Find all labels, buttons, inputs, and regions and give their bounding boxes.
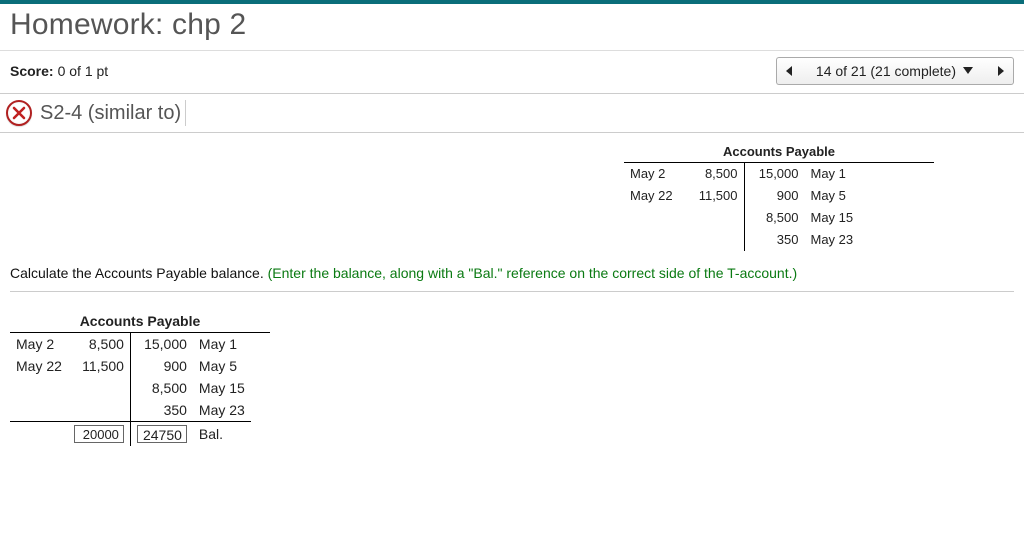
table-row: May 2211,500: [624, 185, 744, 207]
prompt-hint: (Enter the balance, along with a "Bal." …: [268, 265, 798, 281]
table-row: [624, 207, 744, 229]
table-row: May 28,500: [10, 333, 130, 355]
credit-amount: 350: [745, 229, 805, 251]
credit-date: May 23: [193, 399, 251, 422]
table-row: May 28,500: [624, 163, 744, 185]
sum-row: 24750 Bal.: [131, 422, 251, 447]
page-root: { "header": { "title": "Homework: chp 2"…: [0, 0, 1024, 559]
content-area: Accounts Payable May 28,500 May 2211,500…: [0, 133, 1024, 452]
incorrect-icon: [6, 100, 32, 126]
table-row: [10, 377, 130, 399]
credit-date: May 23: [805, 229, 865, 251]
credit-date: May 5: [193, 355, 251, 377]
credit-amount: 350: [131, 399, 193, 422]
credit-date: May 5: [805, 185, 865, 207]
debit-date: May 22: [10, 355, 68, 377]
score-row: Score: 0 of 1 pt 14 of 21 (21 complete): [0, 51, 1024, 94]
table-row: 15,000May 1: [745, 163, 865, 185]
credit-total-box[interactable]: 24750: [137, 425, 187, 443]
credit-amount: 15,000: [131, 333, 193, 355]
table-row: 8,500May 15: [745, 207, 865, 229]
table-row: [10, 399, 130, 421]
t-account-body: May 28,500 May 2211,500 15,000May 1 900M…: [624, 163, 934, 251]
debit-amount: 11,500: [684, 185, 744, 207]
table-row: 900May 5: [131, 355, 251, 377]
credit-amount: 900: [131, 355, 193, 377]
t-account-body: May 28,500 May 2211,500 20000 15,000May …: [10, 333, 1014, 446]
debit-amount: 8,500: [684, 163, 744, 185]
sum-row: 20000: [10, 421, 130, 446]
table-row: 15,000May 1: [131, 333, 251, 355]
debit-amount: 8,500: [68, 333, 131, 355]
caret-down-icon: [956, 63, 974, 79]
score-value: 0 of 1 pt: [58, 63, 109, 79]
table-row: [624, 229, 744, 251]
next-question-button[interactable]: [986, 57, 1014, 85]
triangle-right-icon: [995, 63, 1005, 79]
score-label: Score:: [10, 63, 54, 79]
question-progress-dropdown[interactable]: 14 of 21 (21 complete): [804, 57, 986, 85]
reference-t-account: Accounts Payable May 28,500 May 2211,500…: [624, 141, 934, 251]
table-row: 8,500May 15: [131, 377, 251, 399]
balance-label: Bal.: [193, 422, 251, 447]
prev-question-button[interactable]: [776, 57, 804, 85]
credit-side: 15,000May 1 900May 5 8,500May 15 350May …: [745, 163, 865, 251]
t-account-title: Accounts Payable: [624, 141, 934, 163]
prompt-text: Calculate the Accounts Payable balance.: [10, 265, 268, 281]
debit-date: May 2: [624, 163, 684, 185]
debit-amount: 11,500: [68, 355, 131, 377]
table-row: May 2211,500: [10, 355, 130, 377]
t-account-title: Accounts Payable: [10, 310, 270, 333]
credit-date: May 1: [805, 163, 865, 185]
table-row: 350May 23: [131, 399, 251, 422]
credit-side: 15,000May 1 900May 5 8,500May 15 350May …: [131, 333, 251, 446]
prompt-line: Calculate the Accounts Payable balance. …: [10, 265, 1014, 292]
debit-date: May 22: [624, 185, 684, 207]
question-header: S2-4 (similar to): [0, 94, 1024, 133]
credit-amount: 900: [745, 185, 805, 207]
credit-amount: 8,500: [131, 377, 193, 399]
credit-amount: 8,500: [745, 207, 805, 229]
credit-date: May 1: [193, 333, 251, 355]
credit-date: May 15: [193, 377, 251, 399]
question-ref: S2-4 (similar to): [40, 102, 181, 125]
answer-t-account: Accounts Payable May 28,500 May 2211,500…: [10, 310, 1014, 446]
triangle-left-icon: [785, 63, 795, 79]
question-nav: 14 of 21 (21 complete): [776, 57, 1014, 85]
debit-side: May 28,500 May 2211,500: [624, 163, 745, 251]
progress-text: 14 of 21 (21 complete): [816, 63, 956, 79]
table-row: 900May 5: [745, 185, 865, 207]
credit-amount: 15,000: [745, 163, 805, 185]
credit-date: May 15: [805, 207, 865, 229]
table-row: 350May 23: [745, 229, 865, 251]
debit-total-input[interactable]: 20000: [74, 425, 124, 443]
debit-side: May 28,500 May 2211,500 20000: [10, 333, 131, 446]
page-title: Homework: chp 2: [0, 4, 1024, 51]
debit-date: May 2: [10, 333, 68, 355]
divider: [185, 100, 186, 126]
